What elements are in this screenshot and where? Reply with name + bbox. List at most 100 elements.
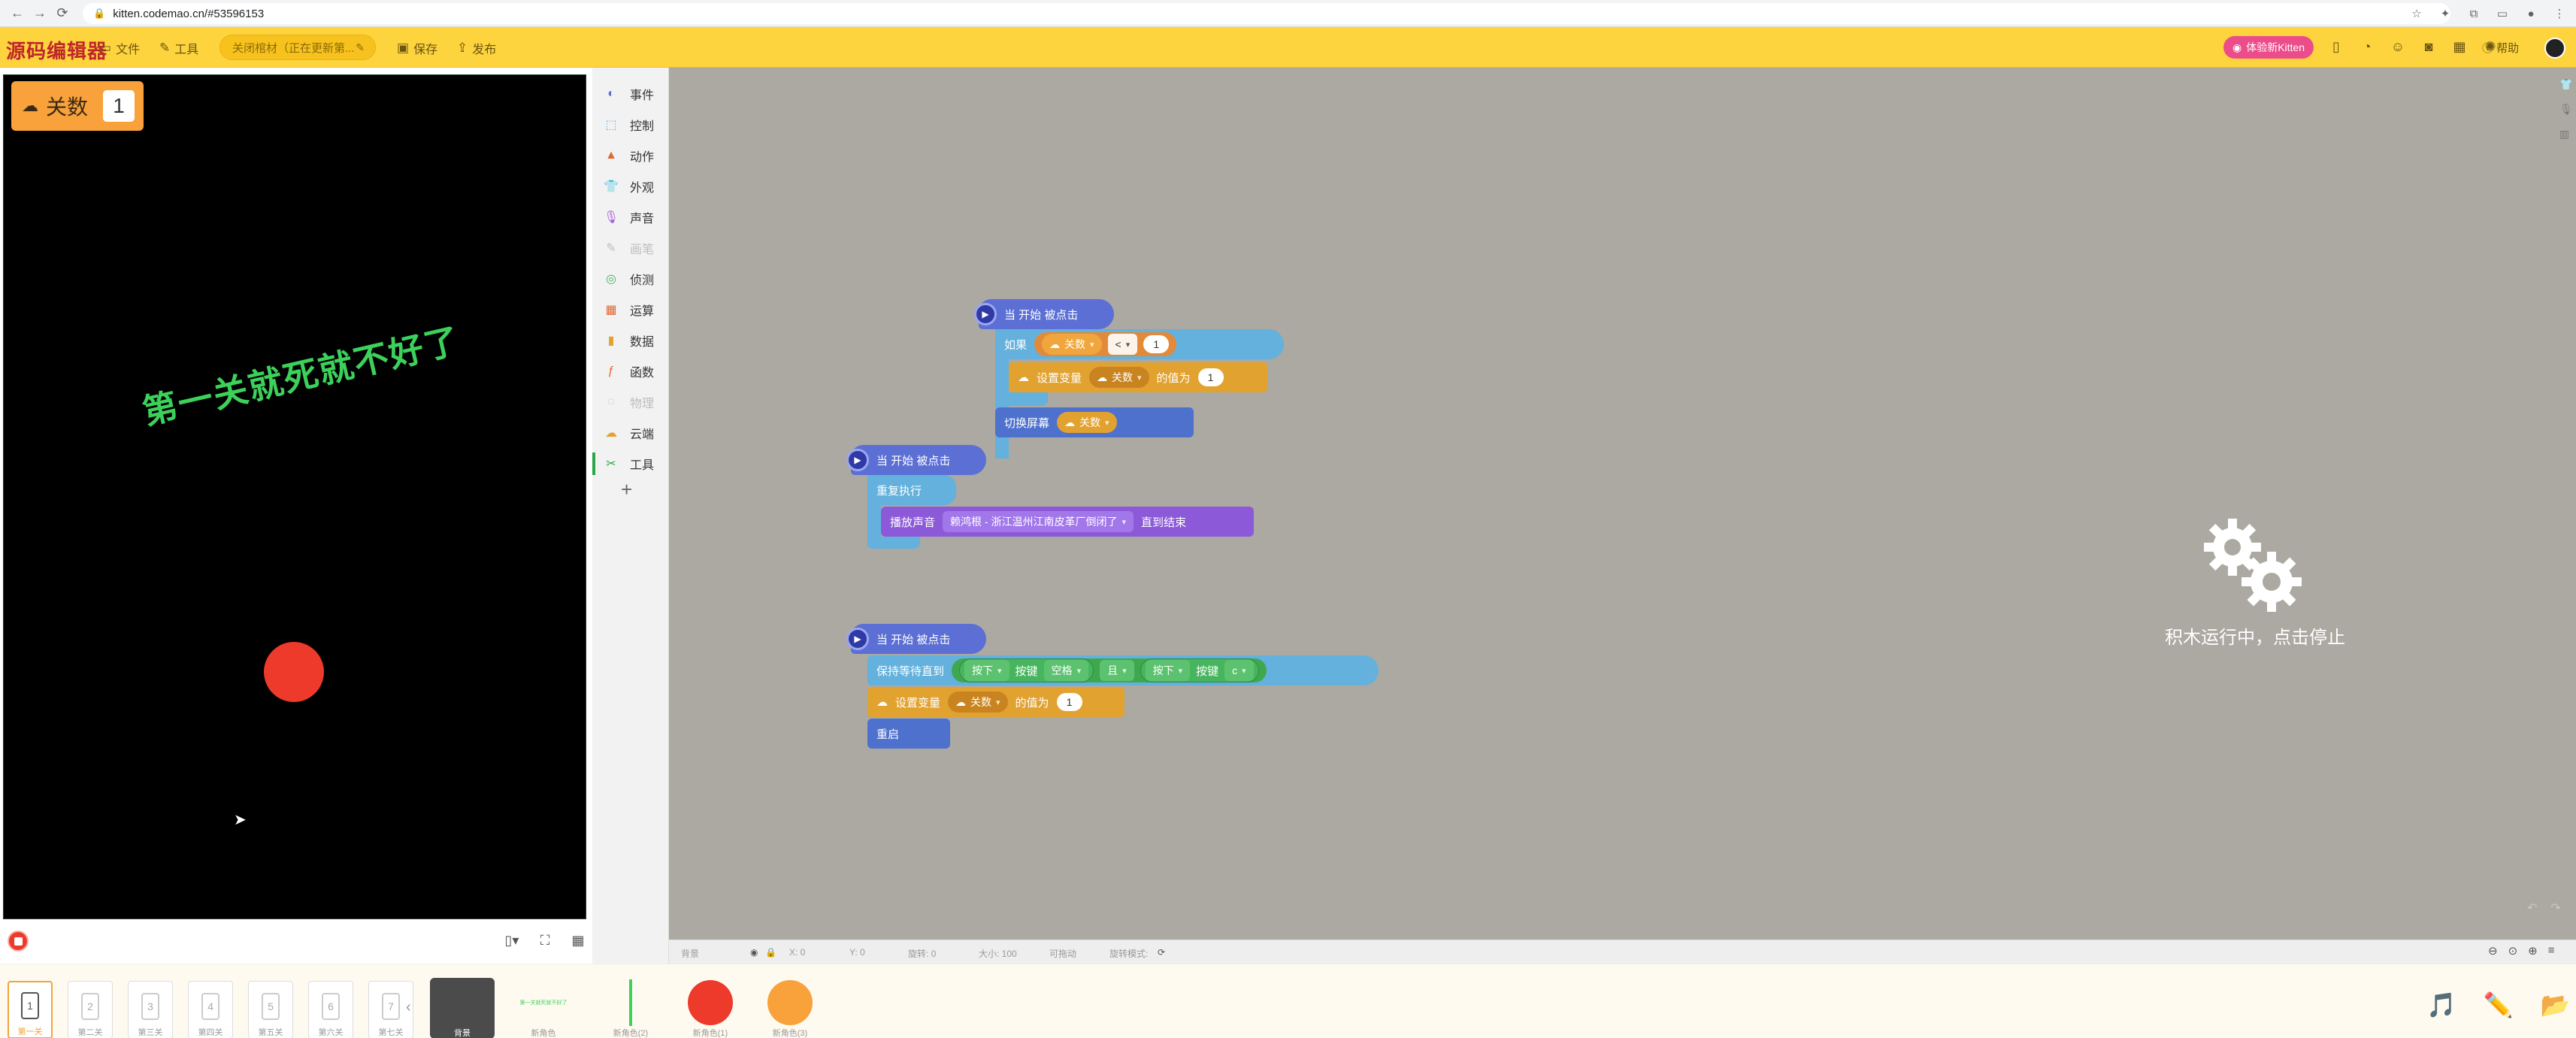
scene-thumb[interactable]: 5 第五关 — [248, 981, 293, 1038]
list-menu-icon[interactable]: ≡ — [2548, 944, 2555, 958]
category-tool[interactable]: ✂ 工具 — [592, 452, 654, 475]
key-pressed-block-2[interactable]: 按下 按键 c — [1140, 658, 1259, 682]
help-button[interactable]: ⓘ 帮助 — [2482, 40, 2519, 56]
pressed-dropdown[interactable]: 按下 — [964, 660, 1010, 681]
if-block[interactable]: 如果 ☁关数 < 1 — [995, 329, 1284, 359]
screen-dropdown[interactable]: ☁ 关数 — [1057, 412, 1117, 433]
sprite-thumb[interactable]: 第一关就死就不好了 新角色 — [511, 978, 576, 1038]
and-block[interactable]: 按下 按键 空格 且 按下 按键 c — [952, 658, 1267, 682]
category-sound[interactable]: 🎙 声音 — [603, 206, 654, 228]
category-function[interactable]: ƒ 函数 — [603, 360, 654, 383]
switch-screen-block[interactable]: 切换屏幕 ☁ 关数 — [995, 407, 1194, 437]
category-pen[interactable]: ✎ 画笔 — [603, 237, 654, 259]
menu-file[interactable]: ▭ 文件 — [99, 39, 140, 57]
var-dropdown[interactable]: ☁ 关数 — [948, 691, 1008, 713]
key-dropdown[interactable]: 空格 — [1043, 660, 1089, 681]
stop-button[interactable] — [8, 931, 29, 952]
zoom-in-icon[interactable]: ⊕ — [2528, 944, 2538, 958]
folder-open-icon[interactable]: 📂 — [2541, 991, 2571, 1019]
sprite-thumb[interactable]: 新角色(1) — [678, 978, 743, 1038]
calendar-icon[interactable]: ▦ — [2450, 38, 2469, 56]
cat-face-icon[interactable]: ◔ — [2358, 38, 2376, 56]
bookmark-star-icon[interactable]: ☆ — [2408, 5, 2426, 23]
music-icon[interactable]: 🎵 — [2426, 991, 2456, 1019]
logic-dropdown[interactable]: 且 — [1100, 660, 1134, 681]
key-pressed-block[interactable]: 按下 按键 空格 — [959, 658, 1094, 682]
fullscreen-icon[interactable]: ⛶ — [535, 931, 555, 950]
number-input[interactable]: 1 — [1056, 693, 1082, 711]
menu-dots-icon[interactable]: ⋮ — [2550, 5, 2568, 23]
community-icon[interactable]: ☺ — [2389, 38, 2407, 56]
category-look[interactable]: 👕 外观 — [603, 175, 654, 198]
set-variable-block[interactable]: ☁ 设置变量 ☁ 关数 的值为 1 — [1009, 362, 1267, 392]
stage-title-sprite[interactable]: 第一关就死就不好了 — [138, 313, 465, 434]
menu-tools[interactable]: ✎ 工具 — [159, 39, 198, 57]
grid-icon[interactable]: ▦ — [568, 931, 588, 950]
device-select-icon[interactable]: ▯▾ — [502, 931, 522, 950]
puzzle-icon[interactable]: ⧉ — [2465, 5, 2483, 23]
compare-lt-block[interactable]: ☁关数 < 1 — [1034, 332, 1177, 356]
rotate-mode-icon[interactable]: ⟳ — [1158, 947, 1165, 958]
number-input[interactable]: 1 — [1143, 335, 1170, 353]
category-data[interactable]: ▮ 数据 — [603, 329, 654, 352]
category-control[interactable]: ⬚ 控制 — [603, 113, 654, 136]
operator-dropdown[interactable]: < — [1107, 334, 1138, 355]
scene-thumb[interactable]: 6 第六关 — [308, 981, 353, 1038]
undo-icon[interactable]: ↶ — [2527, 900, 2537, 915]
zoom-reset-icon[interactable]: ⊙ — [2508, 944, 2518, 958]
category-operator[interactable]: ▦ 运算 — [603, 298, 654, 321]
running-text[interactable]: 积木运行中，点击停止 — [2142, 622, 2368, 649]
scene-thumb[interactable]: 3 第三关 — [128, 981, 173, 1038]
wait-until-block[interactable]: 保持等待直到 按下 按键 空格 且 按下 按键 c — [867, 655, 1379, 685]
scene-thumb[interactable]: 4 第四关 — [188, 981, 233, 1038]
running-overlay[interactable]: 积木运行中，点击停止 — [2142, 517, 2368, 652]
scene-thumb[interactable]: 2 第二关 — [68, 981, 113, 1038]
play-sound-block[interactable]: 播放声音 赖鸿根 - 浙江温州江南皮革厂倒闭了 直到结束 — [881, 507, 1254, 537]
sprite-thumb[interactable]: 新角色(2) — [598, 978, 663, 1038]
category-cloud[interactable]: ☁ 云端 — [603, 422, 654, 444]
project-title-input[interactable]: 关闭棺材（正在更新第... ✎ — [219, 35, 376, 60]
category-event[interactable]: ◐ 事件 — [603, 83, 654, 105]
mic-icon[interactable]: 🎙 — [2559, 103, 2573, 116]
sprite-thumb[interactable]: 新角色(3) — [758, 978, 822, 1038]
shirt-icon[interactable]: 👕 — [2559, 78, 2573, 91]
stage-canvas[interactable]: ☁ 关数 1 第一关就死就不好了 ➤ — [3, 74, 586, 919]
block-workspace[interactable]: ▶ 当 开始 被点击 如果 ☁关数 < 1 ☁ 设置变量 ☁关数 的值为 1 切… — [669, 68, 2576, 964]
forward-icon[interactable]: → — [29, 2, 51, 25]
when-start-hat-block-3[interactable]: ▶ 当 开始 被点击 — [846, 624, 986, 654]
background-thumb[interactable]: 背景 — [430, 978, 495, 1038]
when-start-hat-block[interactable]: ▶ 当 开始 被点击 — [974, 299, 1114, 329]
scene-scroll-arrow-icon[interactable]: ‹ — [406, 999, 411, 1016]
publish-button[interactable]: ⇪ 发布 — [457, 39, 496, 57]
category-sense[interactable]: ◎ 侦测 — [603, 268, 654, 290]
phone-preview-icon[interactable]: ▯ — [2327, 38, 2345, 56]
red-ball-sprite[interactable] — [264, 642, 324, 702]
sound-dropdown[interactable]: 赖鸿根 - 浙江温州江南皮革厂倒闭了 — [943, 511, 1134, 532]
repeat-forever-block[interactable]: 重复执行 — [867, 475, 956, 505]
category-motion[interactable]: ▲ 动作 — [603, 144, 654, 167]
reload-icon[interactable]: ⟳ — [51, 2, 74, 25]
chart-icon[interactable]: ▥ — [2559, 128, 2573, 141]
back-icon[interactable]: ← — [6, 2, 29, 25]
user-avatar[interactable] — [2544, 38, 2565, 59]
zoom-out-icon[interactable]: ⊖ — [2488, 944, 2498, 958]
eye-icon[interactable]: ◉ — [750, 947, 758, 958]
number-input[interactable]: 1 — [1197, 368, 1224, 386]
pressed-dropdown[interactable]: 按下 — [1145, 660, 1191, 681]
try-new-kitten-button[interactable]: ◉ 体验新Kitten — [2223, 36, 2314, 59]
extension-icon[interactable]: ✦ — [2436, 5, 2454, 23]
lock-icon[interactable]: 🔒 — [765, 947, 776, 958]
profile-icon[interactable]: ● — [2522, 5, 2540, 23]
window-icon[interactable]: ▭ — [2493, 5, 2511, 23]
key-dropdown[interactable]: c — [1224, 660, 1254, 681]
add-extension-icon[interactable]: + — [621, 478, 632, 501]
category-physics[interactable]: ◌ 物理 — [603, 391, 654, 413]
save-button[interactable]: ▣ 保存 — [397, 39, 437, 57]
redo-icon[interactable]: ↷ — [2550, 900, 2560, 915]
var-dropdown[interactable]: ☁ 关数 — [1089, 367, 1149, 388]
scene-thumb[interactable]: 1 第一关 — [8, 981, 53, 1038]
restart-block[interactable]: 重启 — [867, 719, 950, 749]
when-start-hat-block-2[interactable]: ▶ 当 开始 被点击 — [846, 445, 986, 475]
camera-icon[interactable]: ◙ — [2420, 38, 2438, 56]
paint-brush-icon[interactable]: ✏️ — [2484, 991, 2514, 1019]
